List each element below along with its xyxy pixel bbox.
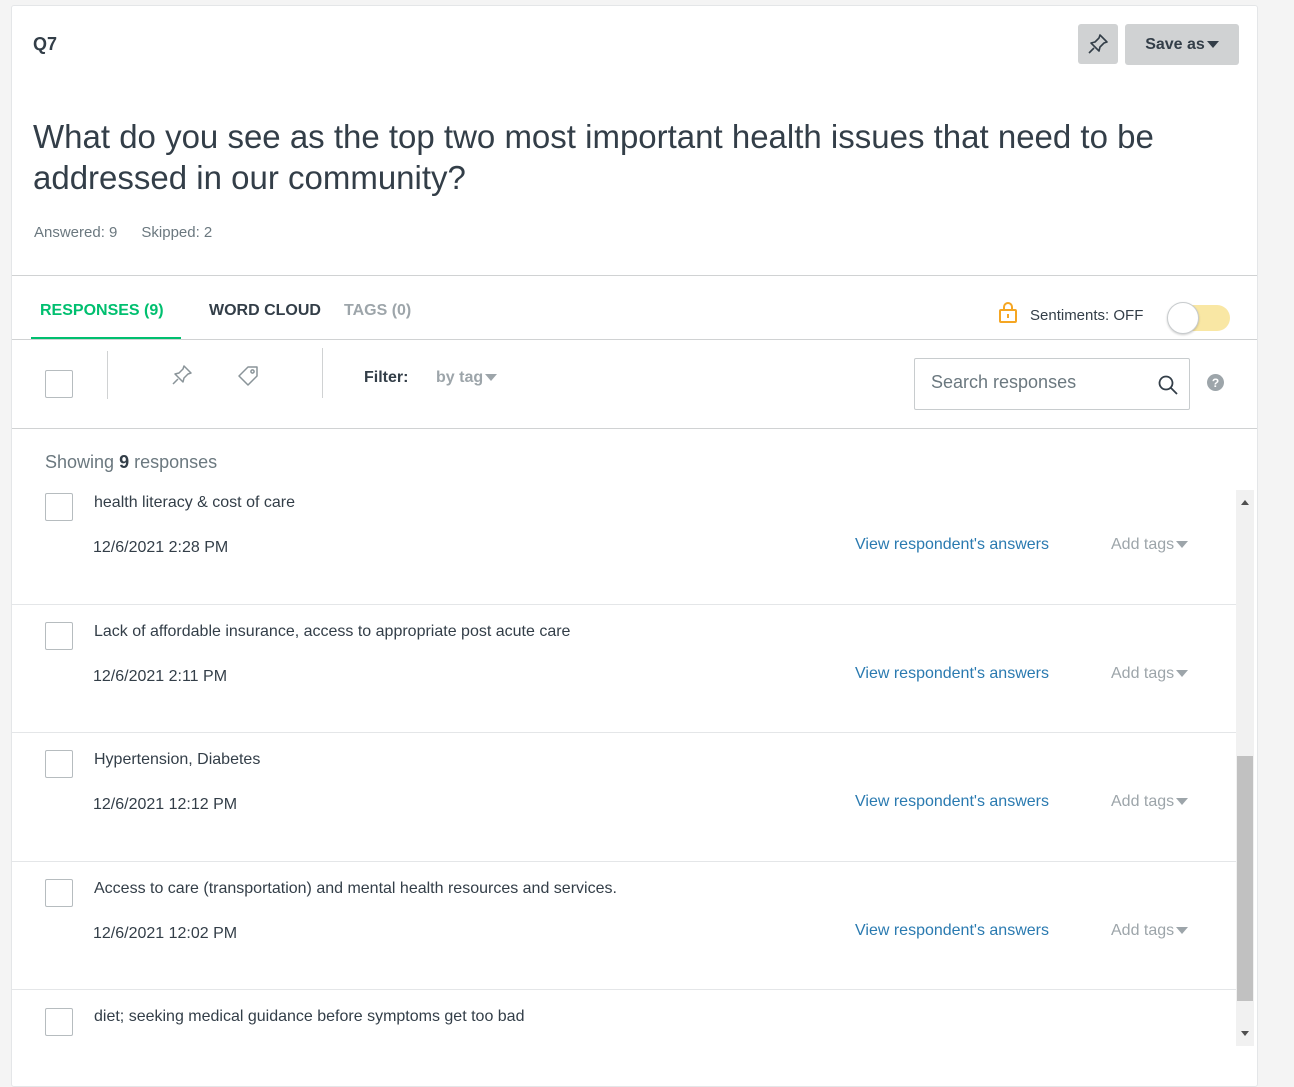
response-stats: Answered: 9 Skipped: 2 [34,224,212,241]
response-checkbox[interactable] [45,1008,73,1036]
chevron-down-icon [1206,41,1219,48]
add-tags-dropdown[interactable]: Add tags [1111,536,1189,554]
help-icon[interactable]: ? [1207,374,1224,391]
chevron-down-icon [1176,670,1189,678]
list-item: Hypertension, Diabetes 12/6/2021 12:12 P… [12,733,1236,862]
scrollbar-thumb[interactable] [1237,756,1253,1001]
save-as-label: Save as [1145,35,1205,53]
sentiments-label: Sentiments: OFF [1030,307,1144,324]
list-item: diet; seeking medical guidance before sy… [12,990,1236,1046]
view-respondent-link[interactable]: View respondent's answers [855,793,1049,811]
select-all-checkbox[interactable] [45,370,73,398]
pin-button[interactable] [1078,24,1118,64]
divider [12,275,1257,276]
list-item: health literacy & cost of care 12/6/2021… [12,476,1236,605]
tab-word-cloud[interactable]: WORD CLOUD [209,302,321,320]
pin-icon[interactable] [170,363,194,387]
view-respondent-link[interactable]: View respondent's answers [855,536,1049,554]
question-number: Q7 [33,34,58,54]
toggle-knob [1167,302,1199,334]
showing-count: Showing 9 responses [45,452,218,472]
scroll-down-arrow-icon[interactable] [1241,1031,1249,1036]
response-date: 12/6/2021 2:28 PM [93,539,229,556]
answered-count: Answered: 9 [34,224,118,241]
chevron-down-icon [1176,541,1189,549]
divider [12,339,1257,340]
search-box[interactable] [914,358,1190,410]
sentiments-toggle[interactable] [1167,302,1230,334]
scrollbar[interactable] [1236,490,1254,1046]
add-tags-dropdown[interactable]: Add tags [1111,922,1189,940]
toolbar-separator [107,351,108,399]
response-checkbox[interactable] [45,493,73,521]
question-card: Q7 Save as What do you see as the top tw… [11,5,1258,1087]
tab-tags[interactable]: TAGS (0) [344,302,411,320]
response-text: Hypertension, Diabetes [94,751,261,768]
lock-icon [999,302,1017,323]
search-icon[interactable] [1157,374,1179,396]
chevron-down-icon [1176,927,1189,935]
chevron-down-icon [485,374,498,382]
response-text: health literacy & cost of care [94,494,295,511]
response-date: 12/6/2021 2:11 PM [93,668,228,685]
response-checkbox[interactable] [45,750,73,778]
scroll-up-arrow-icon[interactable] [1241,500,1249,505]
divider [12,428,1257,429]
search-input[interactable] [931,372,1141,393]
tab-responses[interactable]: RESPONSES (9) [40,302,164,320]
response-text: Lack of affordable insurance, access to … [94,623,571,640]
question-text: What do you see as the top two most impo… [33,118,1154,196]
response-date: 12/6/2021 12:02 PM [93,925,238,942]
filter-label: Filter: [364,369,409,386]
response-date: 12/6/2021 12:12 PM [93,796,238,813]
view-respondent-link[interactable]: View respondent's answers [855,922,1049,940]
tag-icon[interactable] [236,364,260,388]
skipped-count: Skipped: 2 [141,224,213,241]
filter-by-tag-dropdown[interactable]: by tag [436,369,498,387]
view-respondent-link[interactable]: View respondent's answers [855,665,1049,683]
chevron-down-icon [1176,798,1189,806]
filter-value: by tag [436,369,484,386]
list-item: Access to care (transportation) and ment… [12,861,1236,990]
response-list: health literacy & cost of care 12/6/2021… [12,476,1236,1046]
add-tags-dropdown[interactable]: Add tags [1111,793,1189,811]
save-as-button[interactable]: Save as [1125,24,1239,65]
add-tags-dropdown[interactable]: Add tags [1111,665,1189,683]
response-checkbox[interactable] [45,879,73,907]
response-text: diet; seeking medical guidance before sy… [94,1008,525,1025]
toolbar-separator [322,348,323,398]
pin-icon [1088,34,1108,54]
response-checkbox[interactable] [45,622,73,650]
response-text: Access to care (transportation) and ment… [94,880,617,897]
list-item: Lack of affordable insurance, access to … [12,604,1236,733]
